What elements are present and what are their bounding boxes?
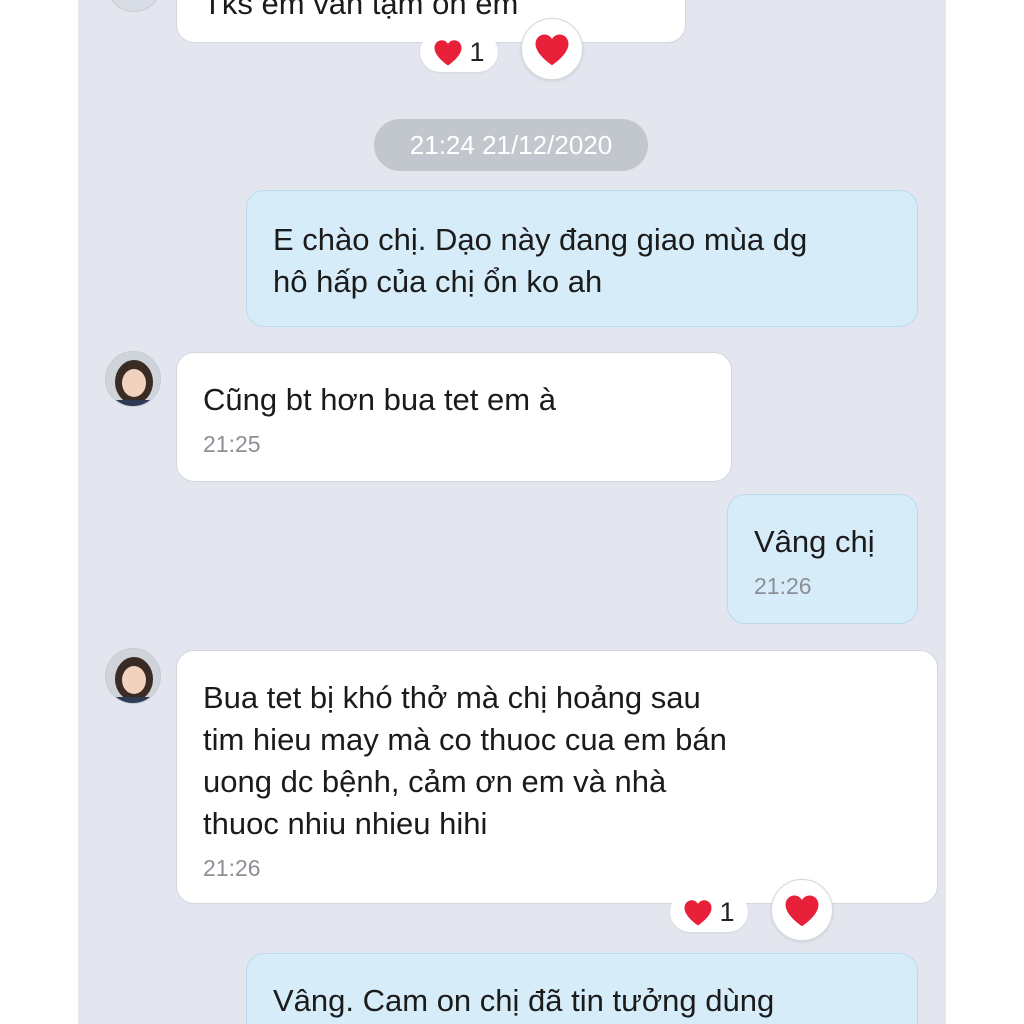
reaction-count: 1	[469, 36, 485, 67]
avatar-photo	[106, 352, 160, 406]
reaction-count-badge[interactable]: 1	[420, 32, 498, 72]
message-text: Vâng chị	[754, 524, 875, 559]
message-bubble-incoming[interactable]: Bua tet bị khó thở mà chị hoảng sau tim …	[176, 650, 938, 904]
message-time: 21:25	[203, 431, 261, 457]
heart-icon	[535, 34, 569, 65]
message-text: Cũng bt hơn bua tet em à	[203, 382, 556, 417]
message-bubble-incoming[interactable]: Cũng bt hơn bua tet em à 21:25	[176, 352, 732, 482]
message-bubble-outgoing[interactable]: Vâng. Cam on chị đã tin tưởng dùng	[246, 953, 918, 1024]
avatar-photo	[106, 649, 160, 703]
reaction-count: 1	[719, 896, 735, 927]
date-separator: 21:24 21/12/2020	[374, 119, 648, 171]
heart-icon	[785, 895, 819, 926]
message-bubble-outgoing[interactable]: Vâng chị 21:26	[727, 494, 918, 624]
message-text: Tks em vẫn tạm ổn em	[203, 0, 519, 21]
contact-avatar[interactable]	[105, 351, 161, 407]
react-button[interactable]	[771, 879, 833, 941]
message-text: Bua tet bị khó thở mà chị hoảng sau tim …	[203, 680, 727, 841]
contact-avatar[interactable]	[105, 648, 161, 704]
message-bubble-outgoing[interactable]: E chào chị. Dạo này đang giao mùa dg hô …	[246, 190, 918, 327]
message-text: E chào chị. Dạo này đang giao mùa dg hô …	[273, 222, 808, 299]
message-text: Vâng. Cam on chị đã tin tưởng dùng	[273, 983, 775, 1018]
react-button[interactable]	[521, 18, 583, 80]
reaction-count-badge[interactable]: 1	[670, 892, 748, 932]
chat-area[interactable]: Tks em vẫn tạm ổn em 1 21:24 21/12/2020 …	[78, 0, 946, 1024]
contact-avatar[interactable]	[106, 0, 162, 12]
heart-icon	[684, 899, 712, 925]
message-time: 21:26	[754, 573, 812, 599]
heart-icon	[434, 39, 462, 65]
